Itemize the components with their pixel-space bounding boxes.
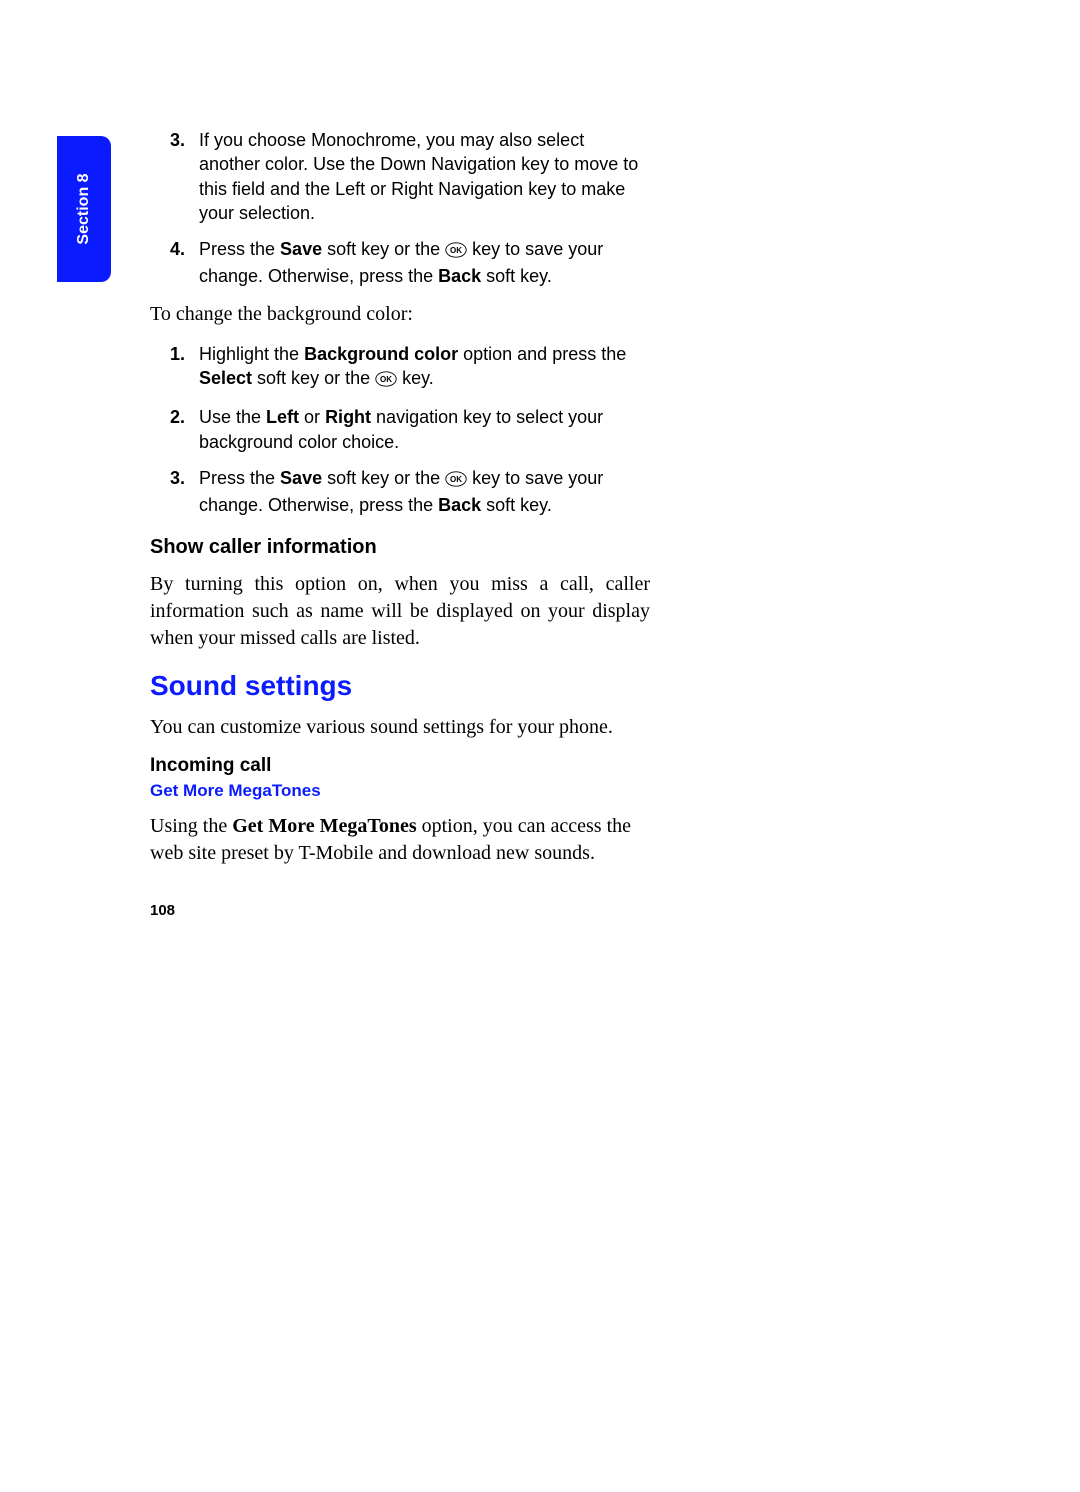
- heading-get-more-megatones: Get More MegaTones: [150, 781, 650, 801]
- step-number: 3.: [170, 466, 185, 490]
- ok-key-icon: [375, 369, 397, 393]
- step-text: Press the Save soft key or the key to sa…: [199, 239, 603, 286]
- section-tab: Section 8: [57, 136, 111, 282]
- list-item: 3. If you choose Monochrome, you may als…: [150, 128, 650, 225]
- step-text: Press the Save soft key or the key to sa…: [199, 468, 603, 515]
- list-item: 3. Press the Save soft key or the key to…: [150, 466, 650, 518]
- heading-sound-settings: Sound settings: [150, 670, 650, 702]
- paragraph-sound-settings: You can customize various sound settings…: [150, 714, 650, 741]
- ok-key-icon: [445, 240, 467, 264]
- step-number: 3.: [170, 128, 185, 152]
- page-content: 3. If you choose Monochrome, you may als…: [150, 128, 650, 881]
- step-text: If you choose Monochrome, you may also s…: [199, 130, 638, 223]
- paragraph-bg-intro: To change the background color:: [150, 301, 650, 328]
- step-number: 4.: [170, 237, 185, 261]
- step-number: 2.: [170, 405, 185, 429]
- step-text: Highlight the Background color option an…: [199, 344, 626, 388]
- ok-key-icon: [445, 469, 467, 493]
- heading-show-caller-information: Show caller information: [150, 536, 650, 559]
- list-item: 1. Highlight the Background color option…: [150, 342, 650, 394]
- steps-display-color: 3. If you choose Monochrome, you may als…: [150, 128, 650, 289]
- step-text: Use the Left or Right navigation key to …: [199, 407, 603, 451]
- heading-incoming-call: Incoming call: [150, 755, 650, 777]
- section-tab-label: Section 8: [75, 173, 93, 244]
- paragraph-show-caller: By turning this option on, when you miss…: [150, 571, 650, 652]
- list-item: 4. Press the Save soft key or the key to…: [150, 237, 650, 289]
- step-number: 1.: [170, 342, 185, 366]
- manual-page: Section 8 3. If you choose Monochrome, y…: [0, 0, 820, 1055]
- page-number: 108: [150, 902, 175, 919]
- steps-background-color: 1. Highlight the Background color option…: [150, 342, 650, 518]
- paragraph-megatones: Using the Get More MegaTones option, you…: [150, 813, 650, 867]
- list-item: 2. Use the Left or Right navigation key …: [150, 405, 650, 454]
